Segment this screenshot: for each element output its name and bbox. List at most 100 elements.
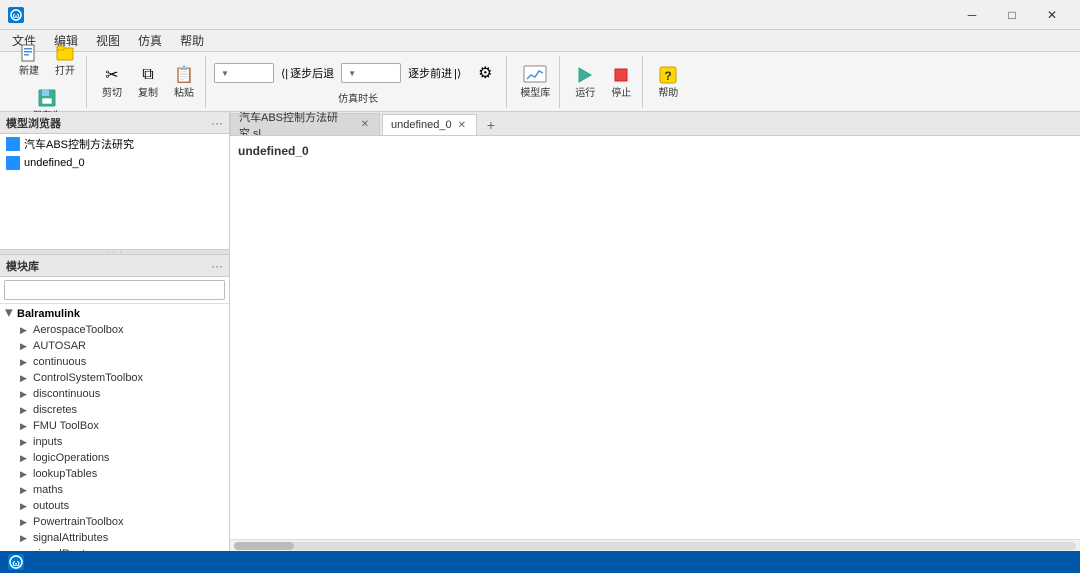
run-label: 运行: [575, 88, 595, 100]
saveas-icon: [35, 86, 59, 110]
open-label: 打开: [55, 66, 75, 78]
autosar-arrow: ▶: [20, 341, 30, 352]
cut-button[interactable]: ✂ 剪切: [95, 60, 129, 103]
scrollbar-thumb[interactable]: [234, 542, 294, 550]
library-search-input[interactable]: [4, 280, 225, 300]
toolbar-group-run: 运行 停止: [564, 56, 643, 108]
sim-mode-arrow: ▼: [348, 69, 356, 78]
model-label-1: undefined_0: [24, 157, 85, 169]
fmu-arrow: ▶: [20, 421, 30, 432]
new-icon: [17, 41, 41, 65]
signal-attr-arrow: ▶: [20, 533, 30, 544]
tree-item-continuous[interactable]: ▶ continuous: [0, 354, 229, 370]
autosar-label: AUTOSAR: [33, 340, 86, 352]
scrollbar-track: [234, 542, 1076, 550]
tab-0-close[interactable]: ✕: [359, 119, 371, 130]
library-tree: ▶ Balramulink ▶ AerospaceToolbox ▶ AUTOS…: [0, 304, 229, 551]
model-icon-0: [6, 137, 20, 151]
discretes-arrow: ▶: [20, 405, 30, 416]
tab-1[interactable]: undefined_0 ✕: [382, 114, 477, 136]
run-button[interactable]: 运行: [568, 60, 602, 103]
tab-0[interactable]: 汽车ABS控制方法研究.sl... ✕: [230, 113, 380, 135]
tree-root[interactable]: ▶ Balramulink: [0, 306, 229, 322]
tree-item-control[interactable]: ▶ ControlSystemToolbox: [0, 370, 229, 386]
toolbar-group-edit: ✂ 剪切 ⧉ 复制 📋 粘贴: [91, 56, 206, 108]
step-back-label: 逐步后退: [290, 65, 334, 81]
lookup-arrow: ▶: [20, 469, 30, 480]
paste-label: 粘贴: [174, 88, 194, 100]
model-browser-menu-btn[interactable]: ···: [211, 116, 223, 130]
tree-item-autosar[interactable]: ▶ AUTOSAR: [0, 338, 229, 354]
sim-time-input[interactable]: ▼: [214, 63, 274, 83]
maths-label: maths: [33, 484, 63, 496]
discontinuous-label: discontinuous: [33, 388, 100, 400]
tree-item-powertrain[interactable]: ▶ PowertrainToolbox: [0, 514, 229, 530]
menu-view[interactable]: 视图: [88, 30, 128, 51]
copy-label: 复制: [138, 88, 158, 100]
new-tab-button[interactable]: +: [481, 115, 501, 135]
tree-item-aerospace[interactable]: ▶ AerospaceToolbox: [0, 322, 229, 338]
tree-item-lookup[interactable]: ▶ lookupTables: [0, 466, 229, 482]
model-item-0[interactable]: 汽车ABS控制方法研究: [0, 134, 229, 154]
tab-1-label: undefined_0: [391, 119, 452, 131]
close-button[interactable]: ✕: [1032, 0, 1072, 30]
sim-time-dropdown-arrow: ▼: [221, 69, 229, 78]
help-icon: ?: [656, 63, 680, 87]
toolbar-row-edit: ✂ 剪切 ⧉ 复制 📋 粘贴: [95, 60, 201, 103]
step-back-button[interactable]: ⟨| 逐步后退: [276, 62, 339, 84]
run-stop-row: 运行 停止: [568, 60, 638, 103]
paste-button[interactable]: 📋 粘贴: [167, 60, 201, 103]
toolbar-group-scope: 模型库: [511, 56, 560, 108]
inputs-arrow: ▶: [20, 437, 30, 448]
stop-button[interactable]: 停止: [604, 60, 638, 103]
sim-mode-dropdown[interactable]: ▼: [341, 63, 401, 83]
model-browser: 汽车ABS控制方法研究 undefined_0: [0, 134, 229, 249]
canvas-area[interactable]: undefined_0: [230, 136, 1080, 539]
library-search-area: [0, 277, 229, 304]
tree-item-discretes[interactable]: ▶ discretes: [0, 402, 229, 418]
library-menu-btn[interactable]: ···: [211, 259, 223, 273]
new-button[interactable]: 新建: [12, 38, 46, 81]
tabs-bar: 汽车ABS控制方法研究.sl... ✕ undefined_0 ✕ +: [230, 112, 1080, 136]
status-icon: ω: [8, 554, 24, 570]
content-area: 汽车ABS控制方法研究.sl... ✕ undefined_0 ✕ + unde…: [230, 112, 1080, 551]
help-button[interactable]: ? 帮助: [651, 60, 685, 103]
minimize-button[interactable]: ─: [952, 0, 992, 30]
open-button[interactable]: 打开: [48, 38, 82, 81]
settings-button[interactable]: ⚙: [468, 58, 502, 88]
sim-time-label: 仿真时长: [338, 90, 378, 105]
copy-button[interactable]: ⧉ 复制: [131, 60, 165, 103]
model-item-1[interactable]: undefined_0: [0, 154, 229, 172]
tree-item-outouts[interactable]: ▶ outouts: [0, 498, 229, 514]
tab-1-close[interactable]: ✕: [456, 120, 468, 131]
step-back-icon: ⟨|: [281, 67, 288, 80]
menu-simulation[interactable]: 仿真: [130, 30, 170, 51]
scope-button[interactable]: 模型库: [515, 60, 555, 103]
tree-item-signal-attr[interactable]: ▶ signalAttributes: [0, 530, 229, 546]
tree-root-label: Balramulink: [17, 308, 80, 320]
logicops-arrow: ▶: [20, 453, 30, 464]
outouts-arrow: ▶: [20, 501, 30, 512]
logicops-label: logicOperations: [33, 452, 109, 464]
maximize-button[interactable]: □: [992, 0, 1032, 30]
tree-item-inputs[interactable]: ▶ inputs: [0, 434, 229, 450]
tree-item-logicops[interactable]: ▶ logicOperations: [0, 450, 229, 466]
status-bar: ω: [0, 551, 1080, 573]
tree-item-fmu[interactable]: ▶ FMU ToolBox: [0, 418, 229, 434]
continuous-arrow: ▶: [20, 357, 30, 368]
help-label: 帮助: [658, 88, 678, 100]
title-bar: ω ─ □ ✕: [0, 0, 1080, 30]
cut-label: 剪切: [102, 88, 122, 100]
menu-bar: 文件 编辑 视图 仿真 帮助: [0, 30, 1080, 52]
tree-item-maths[interactable]: ▶ maths: [0, 482, 229, 498]
step-forward-button[interactable]: 逐步前进 |⟩: [403, 62, 466, 84]
tree-item-discontinuous[interactable]: ▶ discontinuous: [0, 386, 229, 402]
model-browser-title: 模型浏览器: [6, 115, 61, 131]
maths-arrow: ▶: [20, 485, 30, 496]
bottom-scrollbar[interactable]: [230, 539, 1080, 551]
menu-help[interactable]: 帮助: [172, 30, 212, 51]
root-arrow: ▶: [4, 309, 15, 319]
main-area: 模型浏览器 ··· 汽车ABS控制方法研究 undefined_0 · · · …: [0, 112, 1080, 551]
app-icon: ω: [8, 7, 24, 23]
outouts-label: outouts: [33, 500, 69, 512]
